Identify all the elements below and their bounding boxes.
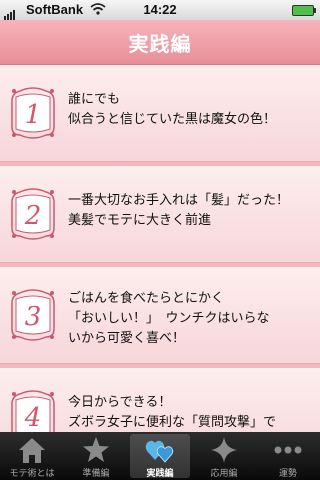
article-list: 1 誰にでも 似合うと信じていた黒は魔女の色！ 2 一番大切なお手入れは「髪」だ… [0,65,320,432]
item-text: ごはんを食べたらとにかく 「おいしい！」 ウンチクはいらな いから可愛く喜べ！ [68,289,318,349]
number-badge-icon: 1 [8,85,58,141]
hearts-icon [145,436,175,464]
tab-label: 実践編 [146,469,174,479]
clock: 14:22 [143,2,177,17]
tab-label: 応用編 [210,469,238,479]
page-title: 実践編 [128,32,192,56]
item-text: 一番大切なお手入れは「髪」だった！ 美髪でモテに大きく前進 [68,191,318,231]
list-item[interactable]: 4 今日からできる！ ズボラ女子に便利な「質問攻撃」で [0,368,320,432]
star-icon [81,436,111,464]
navigation-bar: 実践編 [0,20,320,65]
more-icon [273,436,303,464]
tab-label: 運勢 [278,469,297,479]
item-text: 今日からできる！ ズボラ女子に便利な「質問攻撃」で [68,393,318,432]
sparkle-icon [209,436,239,464]
item-number: 1 [25,100,42,130]
list-item[interactable]: 3 ごはんを食べたらとにかく 「おいしい！」 ウンチクはいらな いから可愛く喜べ… [0,267,320,364]
number-badge-icon: 2 [8,186,58,242]
item-line: 一番大切なお手入れは「髪」だった！ [68,193,290,208]
tab-jissen[interactable]: 実践編 [128,432,192,480]
item-line: いから可愛く喜べ！ [68,331,186,346]
tab-unsei[interactable]: 運勢 [256,432,320,480]
item-line: ズボラ女子に便利な「質問攻撃」で [68,415,277,430]
item-line: 誰にでも [68,92,121,107]
tab-mote-jutsu[interactable]: モテ術とは [0,432,64,480]
tab-junbi[interactable]: 準備編 [64,432,128,480]
item-line: 今日からできる！ [68,395,172,410]
item-text: 誰にでも 似合うと信じていた黒は魔女の色！ [68,90,318,130]
number-badge-icon: 4 [8,388,58,432]
house-icon [17,436,47,464]
item-line: 美髪でモテに大きく前進 [68,213,212,228]
status-bar: SoftBank 14:22 [0,0,320,20]
tab-bar: モテ術とは 準備編 実践編 応用編 運勢 [0,432,320,480]
item-line: ごはんを食べたらとにかく [68,291,225,306]
item-number: 3 [25,302,42,332]
tab-ouyou[interactable]: 応用編 [192,432,256,480]
list-item[interactable]: 1 誰にでも 似合うと信じていた黒は魔女の色！ [0,65,320,162]
item-line: 「おいしい！」 ウンチクはいらな [68,311,270,326]
list-item[interactable]: 2 一番大切なお手入れは「髪」だった！ 美髪でモテに大きく前進 [0,166,320,263]
battery-icon [292,5,316,16]
item-number: 2 [24,201,42,231]
item-line: 似合うと信じていた黒は魔女の色！ [68,112,277,127]
item-number: 4 [24,403,42,432]
tab-label: 準備編 [82,469,110,479]
tab-label: モテ術とは [9,469,55,479]
number-badge-icon: 3 [8,287,58,343]
